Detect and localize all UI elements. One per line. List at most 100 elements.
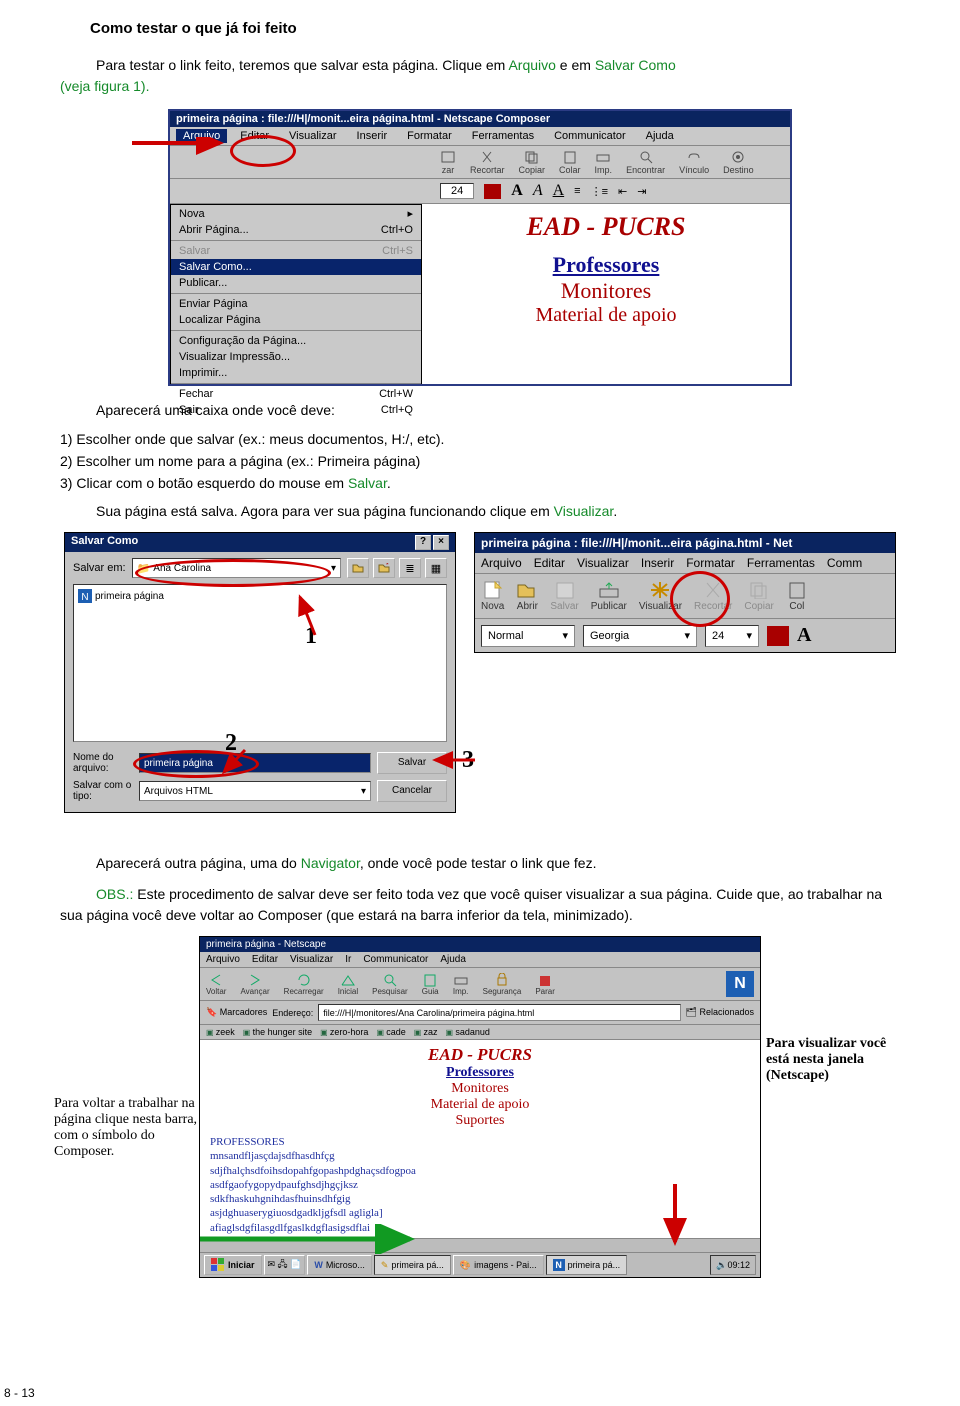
menu-ferramentas-2[interactable]: Ferramentas: [747, 556, 815, 570]
nav-pesquisar[interactable]: Pesquisar: [372, 973, 408, 996]
list-view-icon[interactable]: ≣: [399, 558, 421, 578]
tool-imp[interactable]: Imp.: [595, 150, 613, 175]
tool-encontrar[interactable]: Encontrar: [626, 150, 665, 175]
color-swatch[interactable]: [484, 184, 501, 199]
style-select[interactable]: Normal▾: [481, 625, 575, 647]
mi-salvar-como[interactable]: Salvar Como...: [171, 259, 421, 275]
menu-inserir-2[interactable]: Inserir: [641, 556, 674, 570]
menu-communicator[interactable]: Communicator: [547, 129, 633, 143]
tool-recortar[interactable]: Recortar: [470, 150, 505, 175]
nav-menu-ajuda[interactable]: Ajuda: [440, 954, 466, 965]
menu-ferramentas[interactable]: Ferramentas: [465, 129, 541, 143]
menu-bar-2[interactable]: Arquivo Editar Visualizar Inserir Format…: [475, 553, 895, 574]
marcadores-btn[interactable]: 🔖 Marcadores: [206, 1007, 267, 1018]
mi-fechar[interactable]: FecharCtrl+W: [171, 386, 421, 402]
mi-config[interactable]: Configuração da Página...: [171, 333, 421, 349]
font-select[interactable]: Georgia▾: [583, 625, 697, 647]
mi-enviar[interactable]: Enviar Página: [171, 296, 421, 312]
menu-visualizar[interactable]: Visualizar: [282, 129, 344, 143]
font-size-select[interactable]: 24: [440, 183, 474, 199]
nav-seguranca[interactable]: Segurança: [483, 973, 522, 996]
nav-recarregar[interactable]: Recarregar: [284, 973, 324, 996]
indent-icon[interactable]: ⇥: [637, 185, 646, 198]
arrow-1-icon: [295, 593, 335, 638]
nav-mon: Monitores: [210, 1081, 750, 1097]
relacionados-btn[interactable]: 🗂 Relacionados: [686, 1007, 754, 1018]
bm-cade[interactable]: cade: [376, 1027, 405, 1037]
taskbar[interactable]: Iniciar ✉ 🖧 📄 WMicroso... ✎primeira pá..…: [200, 1252, 760, 1277]
nav-parar[interactable]: Parar: [535, 973, 555, 996]
tool-abrir[interactable]: Abrir: [516, 581, 538, 612]
bold-icon[interactable]: A: [511, 182, 523, 200]
nav-menu-communicator[interactable]: Communicator: [363, 954, 428, 965]
nav-imp[interactable]: Imp.: [453, 973, 469, 996]
nav-menu-arquivo[interactable]: Arquivo: [206, 954, 240, 965]
menu-formatar[interactable]: Formatar: [400, 129, 459, 143]
start-button[interactable]: Iniciar: [204, 1255, 262, 1275]
bookmark-bar[interactable]: zeek the hunger site zero-hora cade zaz …: [200, 1025, 760, 1040]
outdent-icon[interactable]: ⇤: [618, 185, 627, 198]
menu-visualizar-2[interactable]: Visualizar: [577, 556, 629, 570]
nav-voltar[interactable]: Voltar: [206, 973, 226, 996]
up-folder-icon[interactable]: [347, 558, 369, 578]
bm-hunger[interactable]: the hunger site: [243, 1027, 312, 1037]
bm-sadanud[interactable]: sadanud: [446, 1027, 490, 1037]
underline-icon[interactable]: A: [553, 182, 565, 200]
menu-inserir[interactable]: Inserir: [350, 129, 395, 143]
tool-destino[interactable]: Destino: [723, 150, 754, 175]
bm-zeek[interactable]: zeek: [206, 1027, 235, 1037]
tool-vinculo[interactable]: Vínculo: [679, 150, 709, 175]
mi-imprimir[interactable]: Imprimir...: [171, 365, 421, 381]
tool-colar[interactable]: Colar: [559, 150, 581, 175]
nav-menu-editar[interactable]: Editar: [252, 954, 278, 965]
mi-sair[interactable]: SairCtrl+Q: [171, 402, 421, 418]
nav-inicial[interactable]: Inicial: [338, 973, 358, 996]
nav-guia[interactable]: Guia: [422, 973, 439, 996]
url-field[interactable]: file:///H|/monitores/Ana Carolina/primei…: [318, 1004, 680, 1021]
tool-col[interactable]: Col: [786, 581, 808, 612]
numlist-icon[interactable]: ⋮≡: [591, 185, 608, 198]
mi-publicar[interactable]: Publicar...: [171, 275, 421, 291]
color-swatch-2[interactable]: [767, 626, 789, 646]
task-paint[interactable]: 🎨imagens - Pai...: [453, 1255, 544, 1275]
step-2: 2) Escolher um nome para a página (ex.: …: [60, 453, 900, 469]
help-close-icons[interactable]: ? ×: [415, 535, 449, 550]
tipo-select[interactable]: Arquivos HTML▾: [139, 781, 371, 801]
tool-publicar[interactable]: Publicar: [591, 581, 627, 612]
list-icon[interactable]: ≡: [574, 185, 580, 197]
bold-icon-2[interactable]: A: [797, 624, 811, 647]
menu-comm-2[interactable]: Comm: [827, 556, 862, 570]
cancelar-button[interactable]: Cancelar: [377, 780, 447, 802]
mi-salvar: SalvarCtrl+S: [171, 243, 421, 259]
file-area[interactable]: N primeira página: [73, 584, 447, 742]
mi-abrir[interactable]: Abrir Página...Ctrl+O: [171, 222, 421, 238]
nav-avancar[interactable]: Avançar: [240, 973, 269, 996]
bm-zerohora[interactable]: zero-hora: [320, 1027, 368, 1037]
tool-zar[interactable]: zar: [440, 150, 456, 175]
tray-icons[interactable]: ✉ 🖧 📄: [264, 1255, 306, 1275]
italic-icon[interactable]: A: [533, 182, 543, 200]
new-folder-icon[interactable]: *: [373, 558, 395, 578]
netscape-file-icon[interactable]: N primeira página: [78, 589, 164, 603]
task-navigator[interactable]: Nprimeira pá...: [546, 1255, 628, 1275]
tool-copiar[interactable]: Copiar: [519, 150, 546, 175]
menu-editar-2[interactable]: Editar: [534, 556, 565, 570]
nav-prof[interactable]: Professores: [210, 1065, 750, 1081]
mi-nova[interactable]: Nova▸: [171, 205, 421, 222]
task-composer[interactable]: ✎primeira pá...: [374, 1255, 451, 1275]
task-word[interactable]: WMicroso...: [307, 1255, 372, 1275]
mi-vis-imp[interactable]: Visualizar Impressão...: [171, 349, 421, 365]
mi-localizar[interactable]: Localizar Página: [171, 312, 421, 328]
nav-menubar[interactable]: Arquivo Editar Visualizar Ir Communicato…: [200, 952, 760, 968]
nav-menu-ir[interactable]: Ir: [345, 954, 351, 965]
tool-nova[interactable]: Nova: [481, 581, 504, 612]
file-dropdown[interactable]: Nova▸ Abrir Página...Ctrl+O SalvarCtrl+S…: [170, 204, 422, 384]
detail-view-icon[interactable]: ▦: [425, 558, 447, 578]
menu-formatar-2[interactable]: Formatar: [686, 556, 735, 570]
step-3: 3) Clicar com o botão esquerdo do mouse …: [60, 475, 900, 491]
menu-ajuda[interactable]: Ajuda: [639, 129, 681, 143]
bm-zaz[interactable]: zaz: [414, 1027, 438, 1037]
menu-arquivo-2[interactable]: Arquivo: [481, 556, 522, 570]
size-select[interactable]: 24▾: [705, 625, 759, 647]
nav-menu-visualizar[interactable]: Visualizar: [290, 954, 333, 965]
